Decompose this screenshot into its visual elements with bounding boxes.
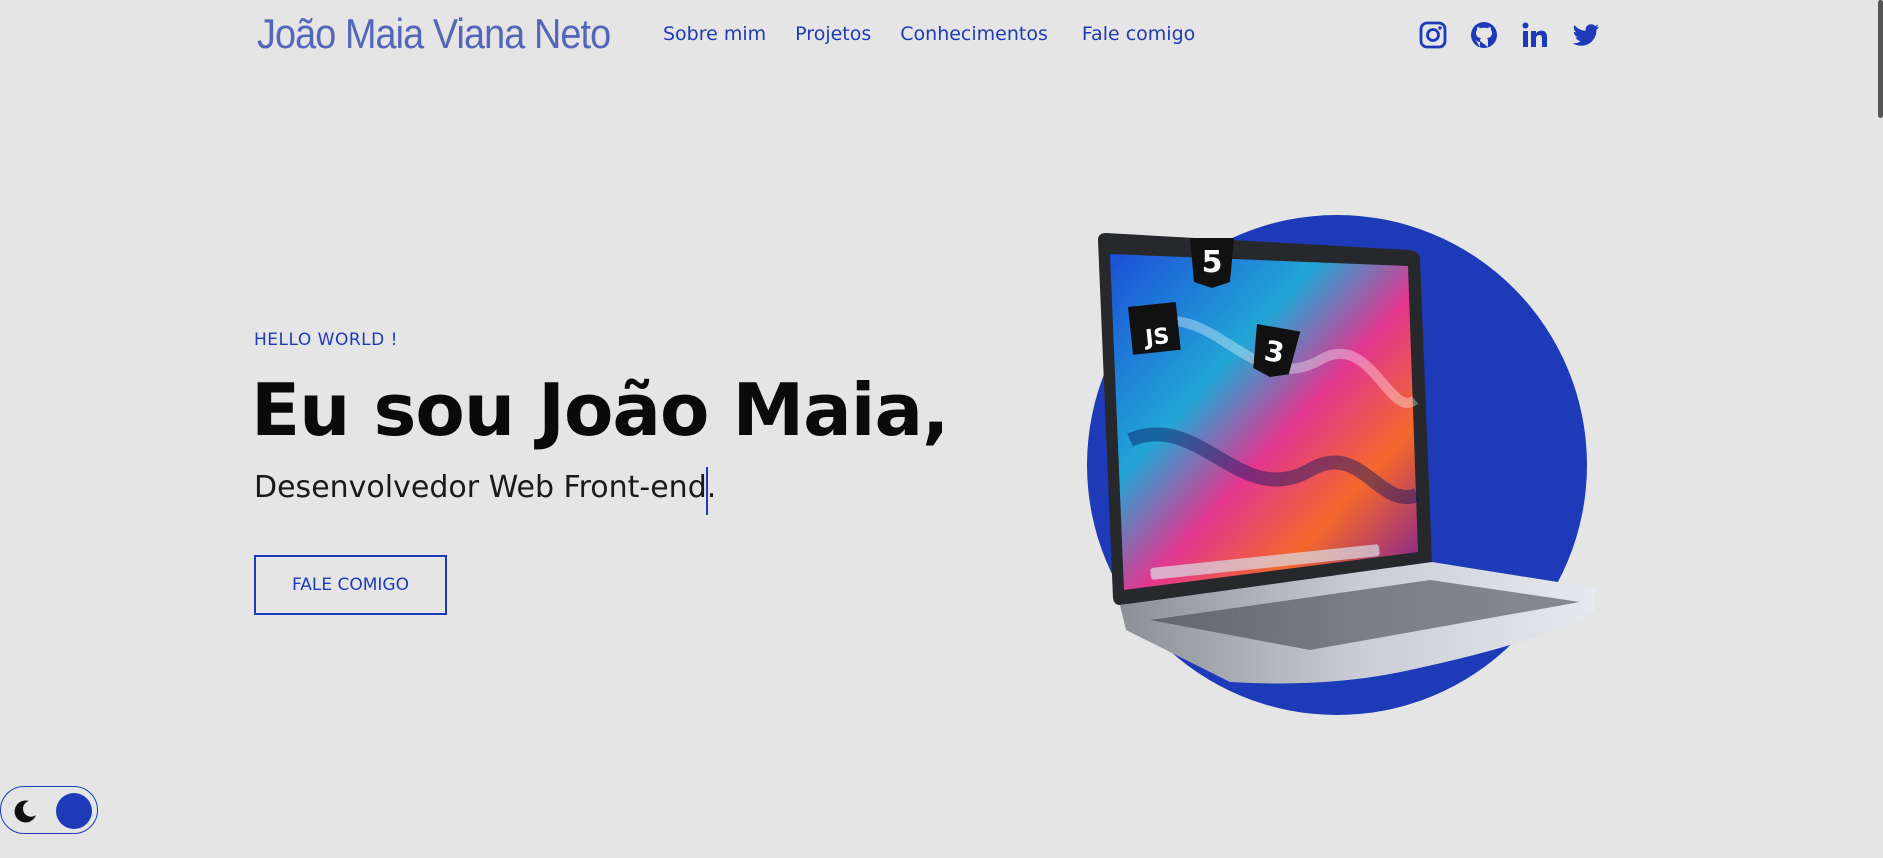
nav-link-conhecimentos[interactable]: Conhecimentos: [900, 23, 1048, 45]
linkedin-icon[interactable]: [1520, 20, 1550, 50]
github-icon[interactable]: [1469, 20, 1499, 50]
instagram-icon[interactable]: [1418, 20, 1448, 50]
typing-cursor: [706, 467, 708, 515]
site-logo[interactable]: João Maia Viana Neto: [257, 10, 611, 58]
nav-link-sobre-mim[interactable]: Sobre mim: [663, 23, 766, 45]
moon-icon: [14, 800, 36, 823]
html5-badge-label: 5: [1202, 245, 1223, 280]
main-nav: Sobre mim Projetos Conhecimentos Fale co…: [663, 23, 1224, 45]
hero-subtitle: Desenvolvedor Web Front-end.: [254, 470, 717, 505]
theme-toggle[interactable]: [0, 786, 98, 834]
scrollbar-thumb[interactable]: [1878, 0, 1883, 118]
twitter-icon[interactable]: [1571, 20, 1601, 50]
toggle-knob[interactable]: [56, 793, 92, 829]
nav-link-fale-comigo[interactable]: Fale comigo: [1082, 23, 1195, 45]
html5-badge: 5: [1190, 238, 1234, 288]
js-badge: JS: [1128, 301, 1181, 355]
nav-link-projetos[interactable]: Projetos: [795, 23, 871, 45]
social-links: [1418, 20, 1622, 50]
hero-illustration: 5 JS 3: [1080, 210, 1600, 720]
site-header: João Maia Viana Neto Sobre mim Projetos …: [0, 0, 1883, 80]
hero-kicker: HELLO WORLD !: [254, 330, 398, 350]
hero-title: Eu sou João Maia,: [251, 368, 949, 452]
js-badge-label: JS: [1142, 324, 1171, 352]
contact-button[interactable]: FALE COMIGO: [254, 555, 447, 615]
